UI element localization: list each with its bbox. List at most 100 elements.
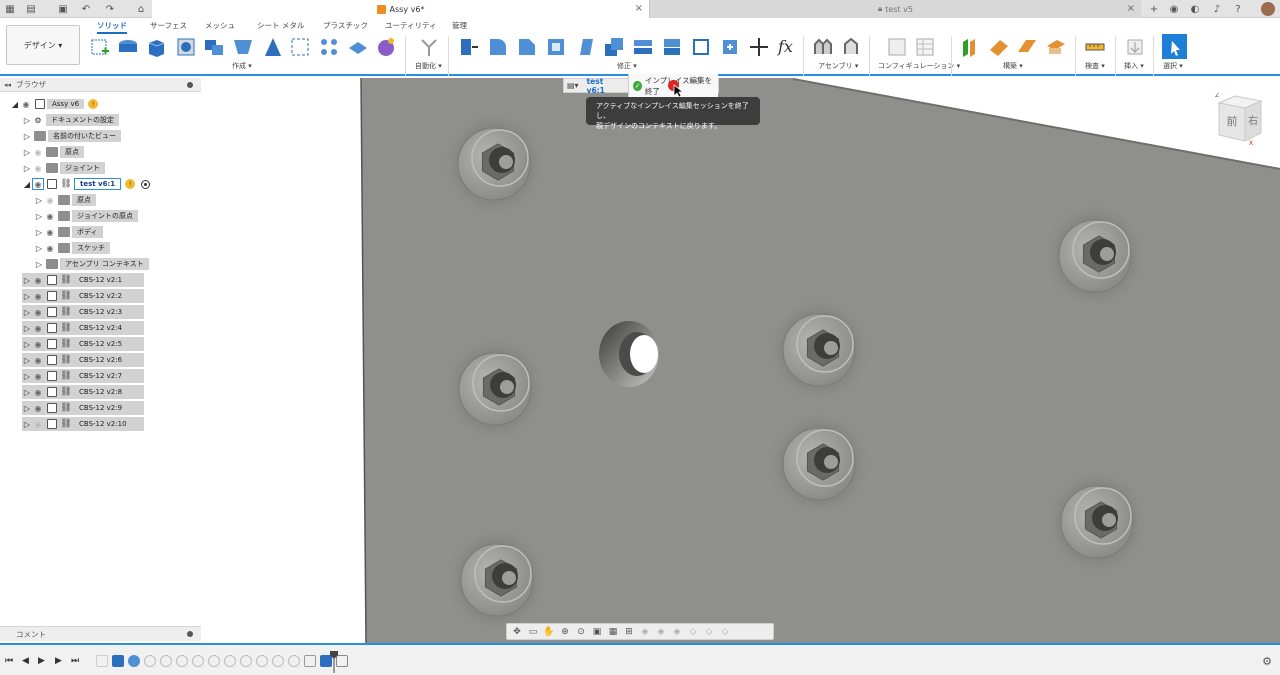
tab-sheet-metal[interactable]: シート メタル (257, 20, 304, 31)
tree-root[interactable]: ◢ ◉ Assy v6 ! (10, 97, 99, 111)
shaded-edges-icon[interactable]: ◈ (655, 626, 667, 638)
collapsed-icon[interactable]: ▷ (22, 273, 32, 287)
zoom-icon[interactable]: ⊕ (559, 626, 571, 638)
gear-icon[interactable]: ⚙ (1262, 655, 1272, 668)
visible-edges-icon[interactable]: ◇ (703, 626, 715, 638)
split-body-icon[interactable] (661, 36, 683, 58)
comments-header[interactable]: コメント (0, 626, 201, 641)
notification-icon[interactable]: ♪ (1210, 2, 1224, 16)
tree-item-cbs-9[interactable]: ▷ ◉ ⛓ CBS-12 v2:9 (22, 401, 144, 415)
split-face-icon[interactable] (632, 36, 654, 58)
viewcube-front[interactable]: 前 (1227, 114, 1238, 128)
configuration-table-icon[interactable] (914, 36, 936, 58)
collapsed-icon[interactable]: ▷ (22, 401, 32, 415)
collapsed-icon[interactable]: ▷ (22, 161, 32, 175)
fillet-icon[interactable] (487, 36, 509, 58)
tree-item-cbs-2[interactable]: ▷ ◉ ⛓ CBS-12 v2:2 (22, 289, 144, 303)
go-to-start-icon[interactable]: ⏮ (5, 656, 13, 666)
eye-icon[interactable]: ◉ (32, 338, 44, 350)
tab-test[interactable]: 🔒︎ test v5 × (649, 0, 1141, 18)
tree-item-cbs-8[interactable]: ▷ ◉ ⛓ CBS-12 v2:8 (22, 385, 144, 399)
tangent-plane-icon[interactable] (1016, 36, 1038, 58)
hidden-edges-icon[interactable]: ◈ (671, 626, 683, 638)
configure-icon[interactable] (886, 36, 908, 58)
mirror-icon[interactable] (347, 36, 369, 58)
collapsed-icon[interactable]: ▷ (22, 305, 32, 319)
offset-plane-icon[interactable] (960, 36, 982, 58)
collapsed-icon[interactable]: ▷ (34, 241, 44, 255)
bolt[interactable] (767, 296, 871, 404)
collapsed-icon[interactable]: ▷ (34, 209, 44, 223)
move-icon[interactable] (748, 36, 770, 58)
bolt[interactable] (767, 410, 871, 518)
collapsed-icon[interactable]: ▷ (22, 129, 32, 143)
countersunk-hole[interactable] (599, 321, 659, 387)
outline-icon[interactable]: ◇ (719, 626, 731, 638)
collapsed-icon[interactable]: ▷ (22, 369, 32, 383)
eye-icon[interactable]: ◉ (44, 210, 56, 222)
tab-manage[interactable]: 管理 (452, 20, 467, 31)
timeline-feature-icon[interactable] (304, 655, 316, 667)
eye-icon[interactable]: ◉ (20, 98, 32, 110)
measure-icon[interactable] (1084, 36, 1106, 58)
home-icon[interactable]: ⌂ (134, 2, 148, 16)
timeline-feature-icon[interactable] (144, 655, 156, 667)
warning-icon[interactable]: ! (125, 179, 136, 189)
select-icon[interactable] (1162, 34, 1187, 59)
timeline-feature-icon[interactable] (288, 655, 300, 667)
tab-surface[interactable]: サーフェス (150, 20, 187, 31)
bolt[interactable] (445, 526, 549, 634)
pattern-icon[interactable] (318, 36, 340, 58)
look-at-icon[interactable]: ▭ (527, 626, 539, 638)
plane-at-angle-icon[interactable] (988, 36, 1010, 58)
timeline-feature-icon[interactable] (224, 655, 236, 667)
step-back-icon[interactable]: ◀ (22, 656, 29, 666)
pin-icon[interactable] (187, 631, 193, 637)
tree-item-cbs-7[interactable]: ▷ ◉ ⛓ CBS-12 v2:7 (22, 369, 144, 383)
tree-item-joint-origins[interactable]: ▷ ◉ ジョイントの原点 (34, 209, 138, 223)
automate-icon[interactable] (418, 36, 440, 58)
timeline-feature-icon[interactable] (96, 655, 108, 667)
timeline-feature-icon[interactable] (272, 655, 284, 667)
group-inspect[interactable]: 検査 ▾ (1085, 61, 1105, 71)
joint-icon[interactable] (812, 36, 834, 58)
timeline-feature-icon[interactable] (160, 655, 172, 667)
loft-icon[interactable] (262, 36, 284, 58)
as-built-joint-icon[interactable] (840, 36, 862, 58)
draft-icon[interactable] (574, 36, 596, 58)
tree-item-cbs-1[interactable]: ▷ ◉ ⛓ CBS-12 v2:1 (22, 273, 144, 287)
eye-icon[interactable]: ◉ (32, 354, 44, 366)
tree-item-document-settings[interactable]: ▷ ⚙ ドキュメントの設定 (22, 113, 119, 127)
workspace-switcher[interactable]: デザイン ▾ (6, 25, 80, 65)
extrude-icon[interactable] (117, 36, 139, 58)
eye-icon[interactable]: ◉ (32, 178, 44, 190)
group-modify[interactable]: 修正 ▾ (617, 61, 637, 71)
view-cube[interactable]: 前 右 Z X (1213, 93, 1263, 145)
eye-icon[interactable]: ◉ (32, 274, 44, 286)
tab-plastic[interactable]: プラスチック (323, 20, 368, 31)
tree-item-joints[interactable]: ▷ ◉ ジョイント (22, 161, 105, 175)
shell-icon[interactable] (545, 36, 567, 58)
tree-item-cbs-4[interactable]: ▷ ◉ ⛓ CBS-12 v2:4 (22, 321, 144, 335)
wireframe-icon[interactable]: ◇ (687, 626, 699, 638)
rib-icon[interactable] (289, 36, 311, 58)
tree-item-assembly-context[interactable]: ▷ アセンブリ コンテキスト (34, 257, 149, 271)
eye-icon[interactable]: ◉ (32, 290, 44, 302)
tab-utility[interactable]: ユーティリティ (385, 20, 437, 31)
timeline-marker-icon[interactable] (330, 651, 338, 673)
eye-hidden-icon[interactable]: ◉ (32, 162, 44, 174)
job-status-icon[interactable]: ◐ (1188, 2, 1202, 16)
redo-icon[interactable]: ↷ (103, 2, 117, 16)
sweep-icon[interactable] (232, 36, 254, 58)
tab-assy[interactable]: Assy v6* × (152, 0, 649, 18)
collapsed-icon[interactable]: ▷ (34, 193, 44, 207)
tab-mesh[interactable]: メッシュ (205, 20, 235, 31)
group-create[interactable]: 作成 ▾ (232, 61, 252, 71)
viewcube-right[interactable]: 右 (1248, 114, 1258, 127)
combine-icon[interactable] (203, 36, 225, 58)
timeline-feature-icon[interactable] (176, 655, 188, 667)
tree-item-origin[interactable]: ▷ ◉ 原点 (22, 145, 84, 159)
silhouette-icon[interactable] (690, 36, 712, 58)
chamfer-icon[interactable] (516, 36, 538, 58)
group-insert[interactable]: 挿入 ▾ (1124, 61, 1144, 71)
